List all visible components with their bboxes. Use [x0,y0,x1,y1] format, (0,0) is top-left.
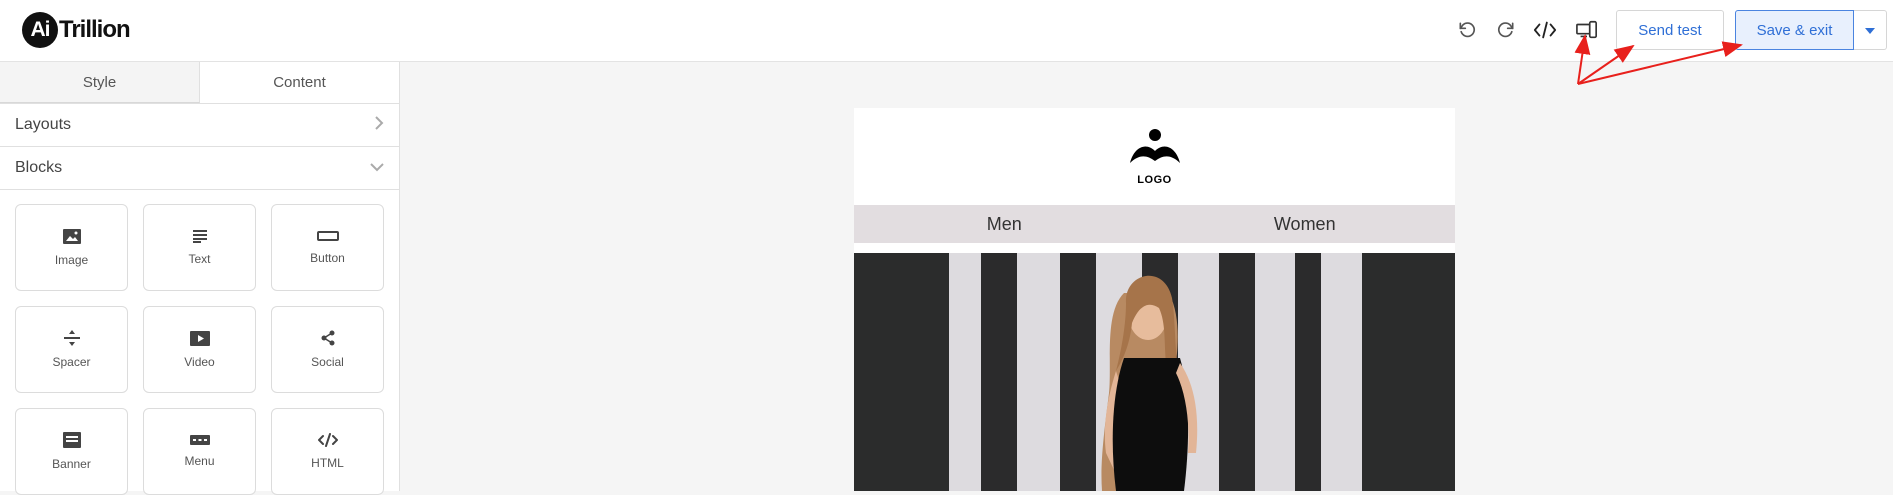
banner-icon [62,432,81,457]
chevron-down-icon [370,159,384,177]
blocks-grid: Image Text Button Spacer Video Social Ba… [15,204,385,495]
logo-figure-icon [1128,127,1182,174]
block-spacer[interactable]: Spacer [15,306,128,393]
block-banner-label: Banner [52,457,91,471]
send-test-button[interactable]: Send test [1616,10,1724,50]
html-icon [317,433,338,456]
responsive-preview-icon[interactable] [1573,16,1601,44]
chevron-right-icon [374,115,384,135]
tab-style[interactable]: Style [0,62,200,103]
block-text[interactable]: Text [143,204,256,291]
block-social[interactable]: Social [271,306,384,393]
image-icon [62,228,81,253]
undo-icon[interactable] [1453,16,1481,44]
code-icon[interactable] [1531,16,1559,44]
block-html[interactable]: HTML [271,408,384,495]
block-social-label: Social [311,355,344,369]
content-sidebar: Style Content Layouts Blocks Image Text [0,62,400,495]
blocks-label: Blocks [15,159,63,176]
layouts-label: Layouts [15,116,72,133]
app-logo[interactable]: Ai Trillion [22,12,131,48]
block-html-label: HTML [311,456,344,470]
tab-content[interactable]: Content [200,62,399,103]
block-image-label: Image [54,252,89,267]
layouts-section[interactable]: Layouts [0,104,399,147]
redo-icon[interactable] [1492,16,1520,44]
email-preview[interactable]: LOGO Men Women [854,108,1455,491]
logo-text: Trillion [59,16,131,43]
share-icon [320,330,336,355]
email-nav-menu[interactable]: Men Women [854,205,1455,243]
menu-icon [189,435,210,454]
block-video-label: Video [184,354,215,369]
block-banner[interactable]: Banner [15,408,128,495]
button-icon [316,230,339,251]
text-icon [192,229,207,252]
caret-down-icon [1865,21,1875,39]
block-text-label: Text [188,252,211,266]
hero-photo [854,253,1455,491]
email-nav-men[interactable]: Men [854,205,1155,243]
block-menu[interactable]: Menu [143,408,256,495]
email-logo-block[interactable]: LOGO [854,108,1455,205]
block-menu-label: Menu [184,454,215,468]
hero-image[interactable] [854,253,1455,491]
email-logo-text: LOGO [1137,174,1172,186]
sidebar-tabs: Style Content [0,62,399,104]
save-options-dropdown[interactable] [1854,10,1887,50]
block-image[interactable]: Image [15,204,128,291]
video-icon [189,330,210,355]
spacer-icon [63,330,80,355]
logo-badge: Ai [22,12,58,48]
block-spacer-label: Spacer [52,355,91,369]
save-exit-button[interactable]: Save & exit [1735,10,1854,50]
top-toolbar: Ai Trillion Send test Save & exit [0,0,1893,62]
block-video[interactable]: Video [143,306,256,393]
block-button[interactable]: Button [271,204,384,291]
block-button-label: Button [310,251,345,265]
blocks-section[interactable]: Blocks [0,147,399,190]
email-nav-women[interactable]: Women [1155,205,1456,243]
